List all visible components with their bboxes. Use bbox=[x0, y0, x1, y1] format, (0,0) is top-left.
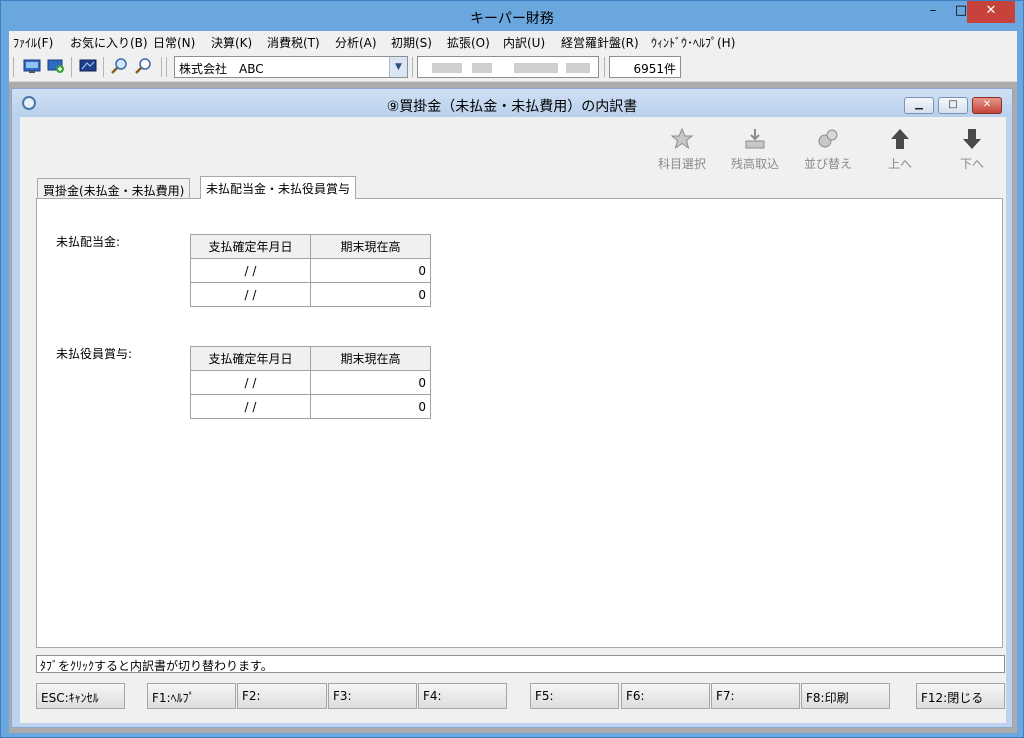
table-row[interactable]: / / 0 bbox=[190, 258, 431, 283]
f7-button[interactable]: F7: bbox=[711, 683, 800, 709]
chevron-down-icon[interactable]: ▼ bbox=[389, 57, 407, 77]
amount-cell[interactable]: 0 bbox=[310, 370, 431, 395]
f5-button[interactable]: F5: bbox=[530, 683, 619, 709]
screen-icon[interactable] bbox=[79, 58, 97, 74]
redacted-field bbox=[417, 56, 599, 78]
toolbar-separator bbox=[412, 57, 413, 77]
esc-cancel-button[interactable]: ESC:ｷｬﾝｾﾙ bbox=[36, 683, 125, 709]
date-cell[interactable]: / / bbox=[190, 370, 311, 395]
toolbar-separator bbox=[71, 57, 72, 77]
select-account-button[interactable]: 科目選択 bbox=[650, 127, 714, 172]
unpaid-bonus-label: 未払役員賞与: bbox=[56, 347, 133, 361]
company-select[interactable]: 株式会社 ABC ▼ bbox=[174, 56, 408, 78]
menu-favorites[interactable]: お気に入り(B) bbox=[70, 34, 148, 51]
unpaid-dividends-label: 未払配当金: bbox=[56, 235, 121, 249]
menu-daily[interactable]: 日常(N) bbox=[153, 34, 195, 51]
table-header-row: 支払確定年月日 期末現在高 bbox=[190, 234, 431, 259]
zoom-out-icon[interactable] bbox=[135, 58, 153, 74]
move-up-label: 上へ bbox=[887, 157, 912, 171]
main-window: キーパー財務 – □ ✕ ﾌｧｲﾙ(F) お気に入り(B) 日常(N) 決算(K… bbox=[0, 0, 1024, 738]
table-row[interactable]: / / 0 bbox=[190, 394, 431, 419]
select-account-label: 科目選択 bbox=[657, 157, 706, 171]
close-button[interactable]: ✕ bbox=[967, 1, 1015, 23]
app-title: キーパー財務 bbox=[470, 11, 554, 27]
menu-analysis[interactable]: 分析(A) bbox=[335, 34, 377, 51]
table-row[interactable]: / / 0 bbox=[190, 370, 431, 395]
breakdown-window: ⑨買掛金（未払金・未払費用）の内訳書 ▁ □ ✕ 科目選択 残高取込 並び替え … bbox=[11, 88, 1013, 728]
menu-extension[interactable]: 拡張(O) bbox=[447, 34, 490, 51]
status-hint: ﾀﾌﾞをｸﾘｯｸすると内訳書が切り替わります。 bbox=[36, 655, 1005, 673]
f6-button[interactable]: F6: bbox=[621, 683, 710, 709]
breakdown-window-title-bar: ⑨買掛金（未払金・未払費用）の内訳書 ▁ □ ✕ bbox=[12, 89, 1012, 117]
toolbar-separator bbox=[13, 57, 14, 77]
toolbar-separator bbox=[161, 57, 162, 77]
menu-file[interactable]: ﾌｧｲﾙ(F) bbox=[13, 34, 53, 51]
toolbar: 株式会社 ABC ▼ 6951件 bbox=[9, 52, 1017, 82]
child-minimize-button[interactable]: ▁ bbox=[904, 97, 934, 114]
menu-bar: ﾌｧｲﾙ(F) お気に入り(B) 日常(N) 決算(K) 消費税(T) 分析(A… bbox=[9, 31, 1017, 52]
monitor-icon[interactable] bbox=[23, 58, 41, 74]
menu-consumption-tax[interactable]: 消費税(T) bbox=[267, 34, 320, 51]
import-balance-button[interactable]: 残高取込 bbox=[723, 127, 787, 172]
toolbar-separator bbox=[166, 57, 167, 77]
date-cell[interactable]: / / bbox=[190, 258, 311, 283]
date-cell[interactable]: / / bbox=[190, 282, 311, 307]
toolbar-separator bbox=[604, 57, 605, 77]
amount-cell[interactable]: 0 bbox=[310, 282, 431, 307]
table-header-row: 支払確定年月日 期末現在高 bbox=[190, 346, 431, 371]
amount-cell[interactable]: 0 bbox=[310, 258, 431, 283]
unpaid-bonus-table: 支払確定年月日 期末現在高 / / 0 / / 0 bbox=[190, 346, 431, 419]
amount-cell[interactable]: 0 bbox=[310, 394, 431, 419]
star-icon bbox=[670, 127, 694, 151]
arrow-down-icon bbox=[960, 127, 984, 151]
sort-icon bbox=[816, 127, 840, 151]
child-maximize-button[interactable]: □ bbox=[938, 97, 968, 114]
breakdown-panel: 科目選択 残高取込 並び替え 上へ 下へ 買掛金(未払金・未払費用) 未払配当金… bbox=[20, 117, 1006, 723]
f8-print-button[interactable]: F8:印刷 bbox=[801, 683, 890, 709]
table-row[interactable]: / / 0 bbox=[190, 282, 431, 307]
move-down-label: 下へ bbox=[959, 157, 984, 171]
f1-help-button[interactable]: F1:ﾍﾙﾌﾟ bbox=[147, 683, 236, 709]
move-down-button[interactable]: 下へ bbox=[940, 127, 1004, 172]
import-icon bbox=[743, 127, 767, 151]
import-balance-label: 残高取込 bbox=[730, 157, 779, 171]
f2-button[interactable]: F2: bbox=[237, 683, 327, 709]
column-header: 期末現在高 bbox=[310, 346, 431, 371]
monitor-add-icon[interactable] bbox=[47, 58, 65, 74]
menu-settlement[interactable]: 決算(K) bbox=[211, 34, 252, 51]
tab-accounts-payable[interactable]: 買掛金(未払金・未払費用) bbox=[37, 178, 191, 199]
tab-unpaid-dividends-bonus[interactable]: 未払配当金・未払役員賞与 bbox=[200, 176, 357, 199]
zoom-in-icon[interactable] bbox=[111, 58, 129, 74]
unpaid-dividends-table: 支払確定年月日 期末現在高 / / 0 / / 0 bbox=[190, 234, 431, 307]
date-cell[interactable]: / / bbox=[190, 394, 311, 419]
move-up-button[interactable]: 上へ bbox=[868, 127, 932, 172]
arrow-up-icon bbox=[888, 127, 912, 151]
tab-page: 未払配当金: 支払確定年月日 期末現在高 / / 0 / / 0 未払役員賞与:… bbox=[36, 198, 1003, 648]
f4-button[interactable]: F4: bbox=[418, 683, 507, 709]
menu-breakdown[interactable]: 内訳(U) bbox=[503, 34, 545, 51]
menu-management-compass[interactable]: 経営羅針盤(R) bbox=[561, 34, 639, 51]
column-header: 支払確定年月日 bbox=[190, 346, 311, 371]
company-select-value: 株式会社 ABC bbox=[179, 62, 264, 76]
f12-close-button[interactable]: F12:閉じる bbox=[916, 683, 1005, 709]
toolbar-separator bbox=[103, 57, 104, 77]
minimize-button[interactable]: – bbox=[919, 1, 947, 23]
record-count: 6951件 bbox=[609, 56, 681, 78]
title-bar: キーパー財務 – □ ✕ bbox=[1, 1, 1023, 31]
sort-label: 並び替え bbox=[803, 157, 852, 171]
sort-button[interactable]: 並び替え bbox=[796, 127, 860, 172]
menu-initial[interactable]: 初期(S) bbox=[391, 34, 432, 51]
f3-button[interactable]: F3: bbox=[328, 683, 417, 709]
breakdown-window-title: ⑨買掛金（未払金・未払費用）の内訳書 bbox=[386, 99, 638, 115]
column-header: 支払確定年月日 bbox=[190, 234, 311, 259]
column-header: 期末現在高 bbox=[310, 234, 431, 259]
child-close-button[interactable]: ✕ bbox=[972, 97, 1002, 114]
menu-window-help[interactable]: ｳｨﾝﾄﾞｳ･ﾍﾙﾌﾟ(H) bbox=[651, 34, 735, 51]
